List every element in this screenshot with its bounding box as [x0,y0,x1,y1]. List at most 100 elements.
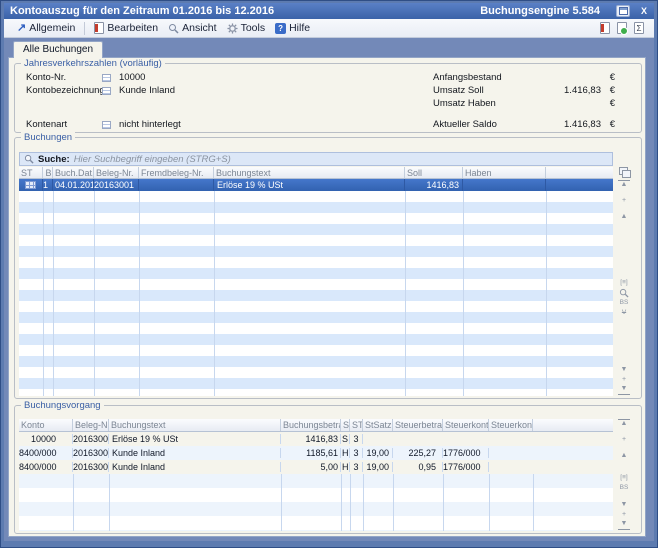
column-header-steuerkonto2[interactable]: Steuerkonto 2 [489,419,533,431]
column-header-buchdat[interactable]: Buch.Dat. [53,167,94,178]
search-label: Suche: [38,154,70,165]
cell-empty [546,179,613,191]
menu-item-allgemein[interactable]: ↗ Allgemein [12,21,80,35]
restore-window-button[interactable] [616,5,630,17]
move-up-icon[interactable]: + [618,435,630,445]
columns-icon[interactable]: [≡] [618,473,630,483]
cell-steuerkonto1: 1776/000 [443,448,489,458]
scroll-first-icon[interactable]: ▲ [618,180,630,190]
menu-item-tools[interactable]: Tools [222,21,271,35]
summary-left-column: Konto-Nr. 10000 Kontobezeichnung Kunde I… [26,71,326,131]
column-header-stsatz[interactable]: StSatz [363,419,393,431]
columns-icon[interactable]: [≡] [618,278,630,288]
search-input[interactable]: Suche: Hier Suchbegriff eingeben (STRG+S… [19,152,613,166]
transactions-table-empty[interactable] [19,474,613,531]
column-header-konto[interactable]: Konto [19,419,73,431]
engine-version-label: Buchungsengine 5.584 [480,5,600,17]
bookings-table-body[interactable] [19,191,613,396]
field-label: Kontobezeichnung [26,85,102,96]
groupbox-buchungen: Buchungen Suche: Hier Suchbegriff eingeb… [14,137,642,399]
currency-label: € [601,98,615,109]
scroll-down-icon[interactable]: ▼ [618,365,630,375]
column-header-buchungstext[interactable]: Buchungstext [109,419,281,431]
scroll-up-icon[interactable]: ▲ [618,212,630,222]
booking-row-selected[interactable]: 1 04.01.2016 20163001 Erlöse 19 % USt 14… [19,179,613,191]
column-header-belegnr[interactable]: Beleg-Nr. [94,167,139,178]
field-link-icon [102,87,111,95]
bs-icon[interactable]: BS [618,483,630,493]
transaction-row[interactable]: 8400/000 20163001 Kunde Inland 1185,61 H… [19,446,613,460]
empty-row [19,312,613,323]
tab-alle-buchungen[interactable]: Alle Buchungen [13,41,103,58]
cell-soll: 1416,83 [405,179,463,191]
cell-stsatz: 19,00 [363,462,393,472]
close-window-button[interactable]: X [638,6,650,16]
empty-row [19,323,613,334]
cell-haben [463,179,546,191]
form-row-kontenart: Kontenart nicht hinterlegt [26,118,326,131]
column-header-empty[interactable] [533,419,613,431]
document-sum-icon[interactable]: Σ [634,22,644,34]
form-row-anfangsbestand: Anfangsbestand € [433,71,615,84]
move-up-icon[interactable]: + [618,196,630,206]
column-header-buchungstext[interactable]: Buchungstext [214,167,405,178]
cell-buchdat: 04.01.2016 [53,179,94,191]
field-label: Anfangsbestand [433,72,541,83]
menubar: ↗ Allgemein Bearbeiten Ansicht [4,19,654,38]
groupbox-title: Buchungsvorgang [21,400,104,411]
cell-st: 3 [350,448,363,458]
column-header-belegnr[interactable]: Beleg-Nr. [73,419,109,431]
column-header-fremdbelegnr[interactable]: Fremdbeleg-Nr. [139,167,214,178]
zoom-row-icon[interactable] [619,288,629,298]
scroll-up-icon[interactable]: ▲ [618,451,630,461]
copy-icon[interactable] [619,167,629,176]
column-header-soll[interactable]: Soll [405,167,463,178]
cell-betrag: 1185,61 [281,448,341,458]
cell-buchungstext: Kunde Inland [109,462,281,472]
scroll-down-icon[interactable]: ▼ [618,500,630,510]
empty-row [19,191,613,202]
cell-buchungstext: Erlöse 19 % USt [214,179,405,191]
help-icon: ? [275,23,286,34]
cell-belegnr: 20163001 [73,448,109,458]
column-header-haben[interactable]: Haben [463,167,546,178]
menu-item-ansicht[interactable]: Ansicht [163,21,221,35]
filter-icon[interactable]: V [618,308,630,318]
bs-icon[interactable]: BS [618,298,630,308]
cell-konto: 10000 [19,434,73,444]
column-header-steuerkonto1[interactable]: Steuerkonto 1 [443,419,489,431]
column-header-st[interactable]: ST [19,167,43,178]
field-value: 1.416,83 [541,119,601,130]
column-header-b[interactable]: B [43,167,53,178]
menu-item-hilfe[interactable]: ? Hilfe [270,21,315,35]
empty-row [19,378,613,389]
transaction-row[interactable]: 10000 20163001 Erlöse 19 % USt 1416,83 S… [19,432,613,446]
empty-row [19,202,613,213]
column-header-empty[interactable] [546,167,613,178]
scroll-last-icon[interactable]: ▼ [618,385,630,395]
column-header-st[interactable]: ST [350,419,363,431]
cell-buchungstext: Kunde Inland [109,448,281,458]
column-header-steuerbetrag[interactable]: Steuerbetrag [393,419,443,431]
cell-steuerbetrag: 225,27 [393,448,443,458]
cell-s: S [341,434,350,444]
cell-belegnr: 20163001 [73,462,109,472]
menu-separator [84,22,85,35]
transaction-row[interactable]: 8400/000 20163001 Kunde Inland 5,00 H 3 … [19,460,613,474]
cell-st: 3 [350,434,363,444]
scroll-last-icon[interactable]: ▼ [618,520,630,530]
document-red-icon[interactable] [600,22,610,34]
scroll-first-icon[interactable]: ▲ [618,419,630,429]
cell-s: H [341,462,350,472]
bookings-table-header: ST B Buch.Dat. Beleg-Nr. Fremdbeleg-Nr. … [19,167,613,179]
move-down-icon[interactable]: + [618,510,630,520]
column-header-buchungsbetrag[interactable]: Buchungsbetrag [281,419,341,431]
menu-item-bearbeiten[interactable]: Bearbeiten [89,21,163,35]
move-down-icon[interactable]: + [618,375,630,385]
form-row-umsatz-haben: Umsatz Haben € [433,97,615,110]
column-header-s[interactable]: S [341,419,350,431]
groupbox-buchungsvorgang: Buchungsvorgang Konto Beleg-Nr. Buchungs… [14,405,642,534]
document-check-icon[interactable] [617,22,627,34]
booking-type-icon [25,181,36,189]
empty-row [19,235,613,246]
